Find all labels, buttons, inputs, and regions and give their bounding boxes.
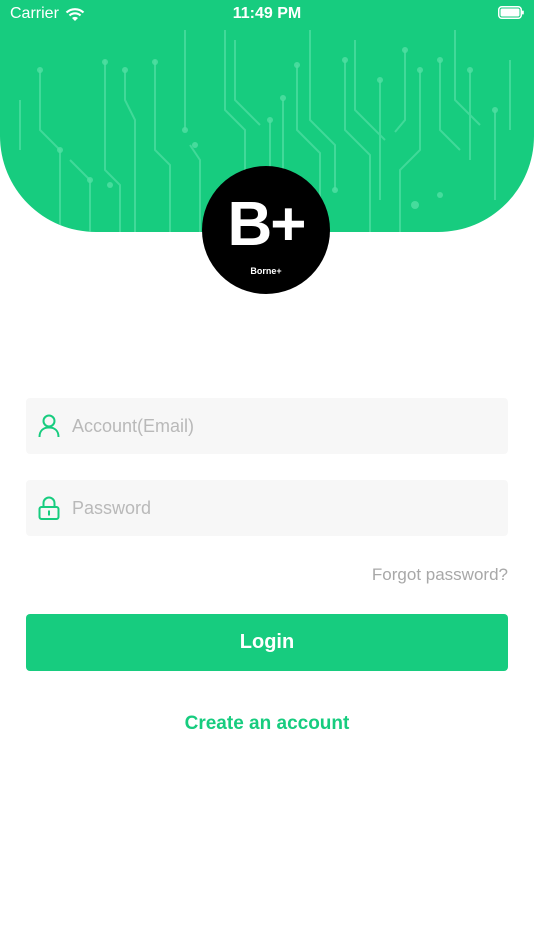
login-button[interactable]: Login: [26, 614, 508, 671]
create-account-link[interactable]: Create an account: [0, 713, 534, 735]
app-logo: B+ Borne+: [202, 166, 330, 294]
logo-subtitle: Borne+: [250, 266, 282, 276]
password-input[interactable]: [72, 480, 492, 536]
logo-mark: B+: [227, 190, 307, 259]
user-icon: [38, 414, 60, 438]
forgot-password-link[interactable]: Forgot password?: [372, 565, 508, 585]
status-bar: Carrier 11:49 PM: [0, 0, 534, 30]
account-input[interactable]: [72, 398, 492, 454]
battery-icon: [498, 6, 524, 19]
login-screen: Carrier 11:49 PM B+ Borne+ Account(Email…: [0, 0, 534, 950]
password-field[interactable]: [26, 480, 508, 536]
lock-icon: [38, 496, 60, 520]
account-field[interactable]: [26, 398, 508, 454]
status-time: 11:49 PM: [232, 5, 302, 22]
